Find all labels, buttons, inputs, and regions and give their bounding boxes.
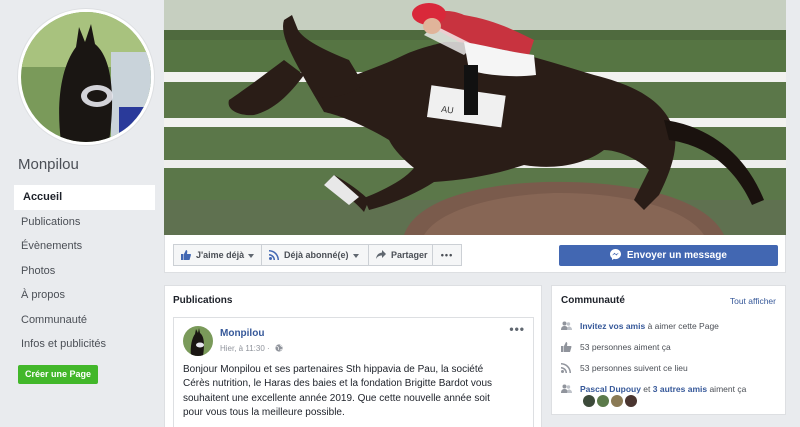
post-timestamp[interactable]: Hier, à 11:30 ·	[220, 344, 283, 353]
post-author-name[interactable]: Monpilou	[220, 328, 264, 339]
likes-count-row: 53 personnes aiment ça	[561, 340, 671, 354]
post-text: Bonjour Monpilou et ses partenaires Sth …	[183, 364, 493, 419]
send-message-button[interactable]: Envoyer un message	[559, 245, 778, 266]
other-friends-link[interactable]: 3 autres amis	[653, 384, 707, 394]
page-name[interactable]: Monpilou	[18, 156, 79, 173]
share-button[interactable]: Partager	[368, 244, 433, 266]
like-button[interactable]: J'aime déjà	[173, 244, 262, 266]
post-author-avatar[interactable]	[183, 326, 213, 356]
follows-count-text: 53 personnes suivent ce lieu	[580, 363, 688, 373]
follows-count-row: 53 personnes suivent ce lieu	[561, 361, 688, 375]
create-page-button[interactable]: Créer une Page	[18, 365, 98, 384]
like-button-label: J'aime déjà	[196, 250, 245, 260]
people-icon	[561, 321, 572, 330]
share-button-label: Partager	[391, 250, 428, 260]
profile-photo-horse	[21, 12, 151, 142]
like-icon	[561, 342, 572, 352]
follow-icon	[561, 363, 571, 373]
post-options-button[interactable]: •••	[509, 322, 525, 336]
more-options-button[interactable]: •••	[432, 244, 462, 266]
profile-picture[interactable]	[18, 9, 154, 145]
community-section: Communauté Tout afficher Invitez vos ami…	[551, 285, 786, 415]
nav-item-info-ads[interactable]: Infos et publicités	[14, 332, 155, 357]
nav-item-community[interactable]: Communauté	[14, 308, 155, 333]
friends-icon	[561, 384, 572, 393]
chevron-down-icon	[352, 253, 359, 258]
send-message-label: Envoyer un message	[626, 250, 727, 261]
nav-item-home[interactable]: Accueil	[14, 185, 155, 210]
community-title: Communauté	[561, 295, 625, 306]
messenger-icon	[610, 249, 622, 260]
invite-friends-row: Invitez vos amis à aimer cette Page	[561, 319, 719, 333]
follow-button-label: Déjà abonné(e)	[284, 250, 349, 260]
share-arrow-icon	[376, 250, 386, 259]
likes-count-text: 53 personnes aiment ça	[580, 342, 671, 352]
friend-avatars	[583, 395, 637, 407]
globe-icon	[275, 344, 283, 352]
friend-avatar[interactable]	[611, 395, 623, 407]
post-time-label: Hier, à 11:30 ·	[220, 344, 270, 353]
friend-avatar[interactable]	[625, 395, 637, 407]
friend-avatar[interactable]	[597, 395, 609, 407]
rss-icon	[269, 250, 279, 260]
chevron-down-icon	[248, 253, 255, 258]
nav-item-photos[interactable]: Photos	[14, 259, 155, 284]
friend-rest-text: aiment ça	[707, 384, 747, 394]
post-card: Monpilou Hier, à 11:30 · ••• Bonjour Mon…	[173, 317, 534, 427]
posts-section: Publications Monpilou Hier, à 11:30 · ••…	[164, 285, 542, 427]
cover-photo[interactable]: AU	[164, 0, 786, 235]
nav-item-about[interactable]: À propos	[14, 283, 155, 308]
thumbs-up-icon	[181, 250, 191, 260]
friend-name-link[interactable]: Pascal Dupouy	[580, 384, 641, 394]
friend-avatar[interactable]	[583, 395, 595, 407]
invite-friends-text: à aimer cette Page	[645, 321, 719, 331]
friend-mid-text: et	[640, 384, 653, 394]
page-action-bar: J'aime déjà Déjà abonné(e) Partager ••• …	[164, 235, 786, 273]
follow-button[interactable]: Déjà abonné(e)	[261, 244, 369, 266]
page-nav: Accueil Publications Évènements Photos À…	[14, 185, 155, 357]
svg-text:AU: AU	[441, 104, 455, 116]
nav-item-events[interactable]: Évènements	[14, 234, 155, 259]
see-all-link[interactable]: Tout afficher	[730, 296, 776, 306]
posts-title: Publications	[173, 295, 233, 306]
friends-like-row: Pascal Dupouy et 3 autres amis aiment ça	[561, 382, 746, 396]
cover-photo-horse-jumping: AU	[164, 0, 786, 235]
avatar-horse-image	[183, 326, 213, 356]
invite-friends-link[interactable]: Invitez vos amis	[580, 321, 645, 331]
nav-item-posts[interactable]: Publications	[14, 210, 155, 235]
